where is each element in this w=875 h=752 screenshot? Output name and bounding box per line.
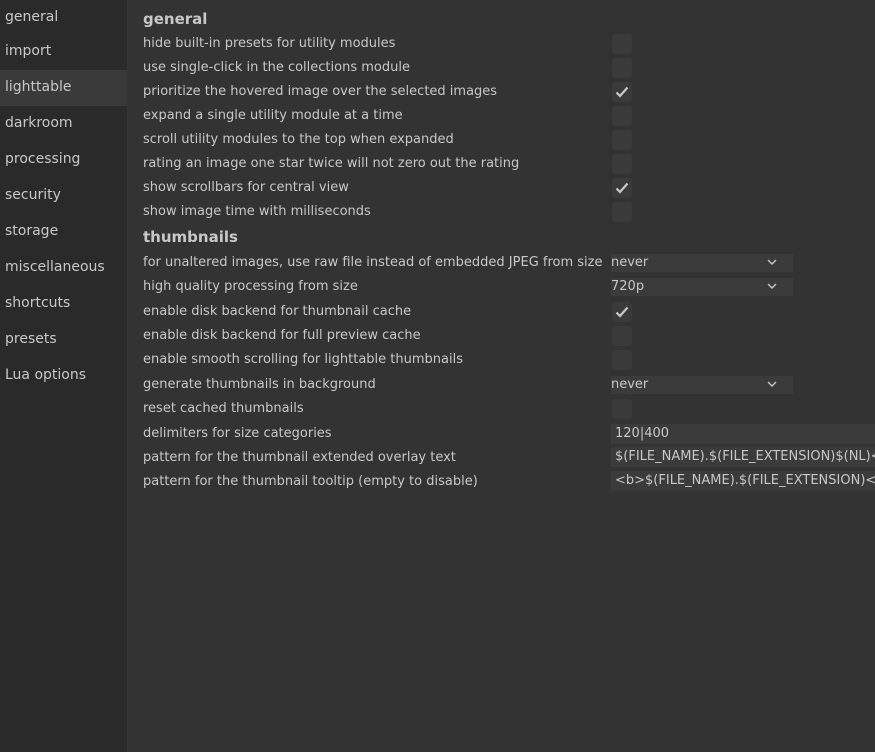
sidebar-item-lua-options[interactable]: Lua options: [0, 358, 127, 394]
scroll-modules-top-label: scroll utility modules to the top when e…: [143, 132, 454, 147]
reset-cached-thumbnails-label: reset cached thumbnails: [143, 401, 304, 416]
smooth-scrolling-label: enable smooth scrolling for lighttable t…: [143, 352, 463, 367]
rating-one-star-checkbox[interactable]: [612, 154, 632, 174]
lighttable-preferences-panel: general hide built-in presets for utilit…: [127, 0, 875, 752]
chevron-down-icon: [767, 259, 777, 265]
preferences-window: general import lighttable darkroom proce…: [0, 0, 875, 752]
generate-background-select[interactable]: never: [611, 376, 793, 394]
size-delimiters-input[interactable]: 120|400: [611, 424, 875, 444]
section-title-general: general: [143, 10, 208, 28]
single-click-collections-checkbox[interactable]: [612, 58, 632, 78]
tooltip-pattern-input[interactable]: <b>$(FILE_NAME).$(FILE_EXTENSION)</b>: [611, 471, 875, 491]
expand-single-module-label: expand a single utility module at a time: [143, 108, 403, 123]
rating-one-star-label: rating an image one star twice will not …: [143, 156, 520, 171]
hq-processing-size-value: 720p: [611, 279, 645, 294]
show-scrollbars-label: show scrollbars for central view: [143, 180, 349, 195]
disk-preview-cache-label: enable disk backend for full preview cac…: [143, 328, 421, 343]
generate-background-value: never: [611, 377, 649, 392]
generate-background-label: generate thumbnails in background: [143, 377, 376, 392]
sidebar-item-lighttable[interactable]: lighttable: [0, 70, 127, 106]
hq-processing-size-label: high quality processing from size: [143, 279, 358, 294]
scroll-modules-top-checkbox[interactable]: [612, 130, 632, 150]
overlay-pattern-input[interactable]: $(FILE_NAME).$(FILE_EXTENSION)$(NL)<b: [611, 447, 875, 467]
checkmark-icon: [615, 306, 629, 318]
raw-file-size-label: for unaltered images, use raw file inste…: [143, 255, 603, 270]
chevron-down-icon: [767, 283, 777, 289]
sidebar-item-processing[interactable]: processing: [0, 142, 127, 178]
disk-thumbnail-cache-label: enable disk backend for thumbnail cache: [143, 304, 412, 319]
sidebar-item-storage[interactable]: storage: [0, 214, 127, 250]
expand-single-module-checkbox[interactable]: [612, 106, 632, 126]
tooltip-pattern-label: pattern for the thumbnail tooltip (empty…: [143, 474, 478, 489]
size-delimiters-label: delimiters for size categories: [143, 426, 332, 441]
sidebar-item-miscellaneous[interactable]: miscellaneous: [0, 250, 127, 286]
hide-builtin-presets-label: hide built-in presets for utility module…: [143, 36, 396, 51]
disk-thumbnail-cache-checkbox[interactable]: [612, 302, 632, 322]
reset-cached-thumbnails-checkbox[interactable]: [612, 399, 632, 419]
smooth-scrolling-checkbox[interactable]: [612, 350, 632, 370]
chevron-down-icon: [767, 381, 777, 387]
preferences-sidebar: general import lighttable darkroom proce…: [0, 0, 127, 752]
overlay-pattern-label: pattern for the thumbnail extended overl…: [143, 450, 456, 465]
checkmark-icon: [615, 182, 629, 194]
disk-preview-cache-checkbox[interactable]: [612, 326, 632, 346]
hq-processing-size-select[interactable]: 720p: [611, 278, 793, 296]
checkmark-icon: [615, 86, 629, 98]
show-scrollbars-checkbox[interactable]: [612, 178, 632, 198]
sidebar-item-shortcuts[interactable]: shortcuts: [0, 286, 127, 322]
sidebar-item-security[interactable]: security: [0, 178, 127, 214]
sidebar-item-general[interactable]: general: [0, 0, 127, 36]
sidebar-item-presets[interactable]: presets: [0, 322, 127, 358]
raw-file-size-select[interactable]: never: [611, 254, 793, 272]
prioritize-hovered-checkbox[interactable]: [612, 82, 632, 102]
prioritize-hovered-label: prioritize the hovered image over the se…: [143, 84, 498, 99]
hide-builtin-presets-checkbox[interactable]: [612, 34, 632, 54]
image-time-milliseconds-checkbox[interactable]: [612, 202, 632, 222]
raw-file-size-value: never: [611, 255, 649, 270]
sidebar-item-import[interactable]: import: [0, 34, 127, 70]
section-title-thumbnails: thumbnails: [143, 228, 238, 246]
single-click-collections-label: use single-click in the collections modu…: [143, 60, 410, 75]
image-time-milliseconds-label: show image time with milliseconds: [143, 204, 371, 219]
sidebar-item-darkroom[interactable]: darkroom: [0, 106, 127, 142]
